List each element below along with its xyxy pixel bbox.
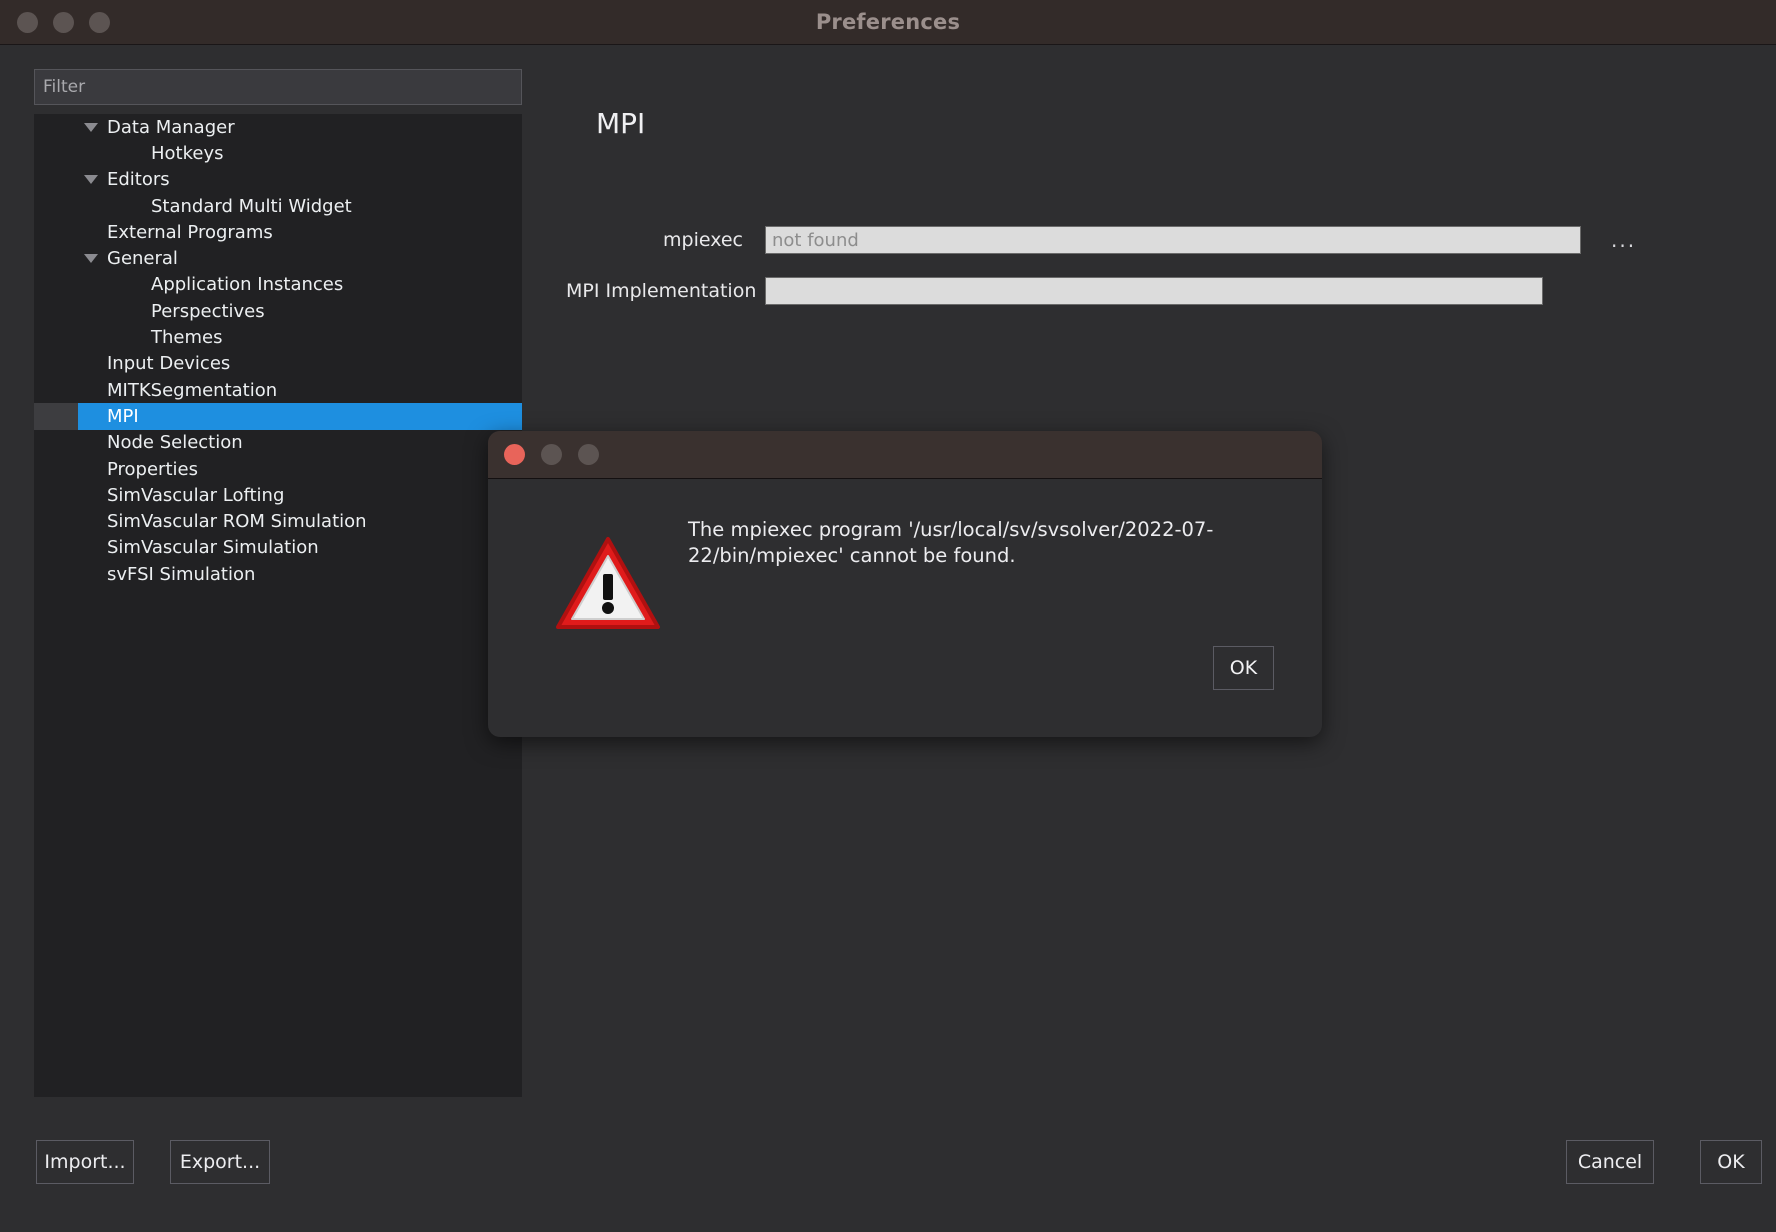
sidebar-item-label: Hotkeys	[151, 142, 224, 164]
sidebar-item-simvascular-simulation[interactable]: SimVascular Simulation	[34, 535, 522, 561]
filter-input[interactable]	[34, 69, 522, 105]
sidebar-item-label: Input Devices	[107, 353, 231, 375]
sidebar-item-label: Data Manager	[107, 116, 235, 138]
sidebar-item-label: Perspectives	[151, 300, 265, 322]
window-titlebar: Preferences	[0, 0, 1776, 45]
sidebar-item-data-manager[interactable]: Data Manager	[34, 114, 522, 140]
mpiexec-input[interactable]: not found	[765, 226, 1581, 254]
sidebar-item-themes[interactable]: Themes	[34, 324, 522, 350]
import-button[interactable]: Import...	[36, 1140, 134, 1184]
sidebar-item-label: Standard Multi Widget	[151, 195, 352, 217]
preferences-footer: Import... Export... Cancel OK	[0, 1122, 1776, 1232]
sidebar-item-node-selection[interactable]: Node Selection	[34, 430, 522, 456]
dialog-minimize-button-icon[interactable]	[541, 444, 562, 465]
sidebar-item-hotkeys[interactable]: Hotkeys	[34, 140, 522, 166]
sidebar-item-label: General	[107, 248, 178, 270]
sidebar-item-editors[interactable]: Editors	[34, 167, 522, 193]
chevron-down-icon[interactable]	[78, 175, 104, 185]
cancel-button[interactable]: Cancel	[1566, 1140, 1654, 1184]
chevron-down-icon[interactable]	[78, 254, 104, 264]
ok-button[interactable]: OK	[1700, 1140, 1762, 1184]
maximize-button-icon[interactable]	[89, 11, 110, 33]
mpiexec-browse-button[interactable]: ...	[1605, 226, 1642, 254]
dialog-close-button-icon[interactable]	[504, 444, 525, 465]
sidebar-item-label: SimVascular ROM Simulation	[107, 511, 367, 533]
sidebar-item-perspectives[interactable]: Perspectives	[34, 298, 522, 324]
page-title: MPI	[596, 107, 646, 140]
sidebar-item-label: SimVascular Simulation	[107, 537, 319, 559]
mpi-implementation-input[interactable]	[765, 277, 1543, 305]
sidebar-item-properties[interactable]: Properties	[34, 456, 522, 482]
sidebar-item-label: Application Instances	[151, 274, 344, 296]
sidebar-item-simvascular-lofting[interactable]: SimVascular Lofting	[34, 482, 522, 508]
sidebar-item-label: Node Selection	[107, 432, 243, 454]
sidebar-item-simvascular-rom-simulation[interactable]: SimVascular ROM Simulation	[34, 508, 522, 534]
sidebar-item-standard-multi-widget[interactable]: Standard Multi Widget	[34, 193, 522, 219]
sidebar-item-external-programs[interactable]: External Programs	[34, 219, 522, 245]
sidebar-item-label: Editors	[107, 169, 170, 191]
window-title: Preferences	[815, 10, 961, 34]
sidebar-item-svfsi-simulation[interactable]: svFSI Simulation	[34, 561, 522, 587]
sidebar-item-label: MPI	[107, 405, 139, 427]
mpi-implementation-label: MPI Implementation	[566, 280, 757, 302]
close-button-icon[interactable]	[17, 11, 38, 33]
dialog-titlebar	[488, 431, 1322, 479]
window-traffic-lights	[17, 11, 110, 33]
dialog-traffic-lights	[504, 444, 599, 465]
warning-triangle-icon	[554, 534, 662, 634]
dialog-maximize-button-icon[interactable]	[578, 444, 599, 465]
mpiexec-label: mpiexec	[663, 229, 743, 251]
chevron-down-icon[interactable]	[78, 122, 104, 132]
preferences-tree[interactable]: Data Manager Hotkeys Editors Standard Multi…	[34, 114, 522, 1097]
warning-dialog: The mpiexec program '/usr/local/sv/svsol…	[488, 431, 1322, 737]
sidebar-item-label: svFSI Simulation	[107, 563, 256, 585]
minimize-button-icon[interactable]	[53, 11, 74, 33]
sidebar-item-general[interactable]: General	[34, 245, 522, 271]
mpiexec-row: mpiexec not found ...	[566, 226, 1776, 254]
export-button[interactable]: Export...	[170, 1140, 270, 1184]
sidebar-item-label: Themes	[151, 327, 223, 349]
tree-indent	[34, 403, 78, 430]
sidebar-item-mpi[interactable]: MPI	[34, 403, 522, 430]
sidebar-item-label: Properties	[107, 458, 198, 480]
dialog-body: The mpiexec program '/usr/local/sv/svsol…	[488, 479, 1322, 737]
dialog-ok-button[interactable]: OK	[1213, 646, 1274, 690]
sidebar-item-label: External Programs	[107, 221, 273, 243]
sidebar-item-input-devices[interactable]: Input Devices	[34, 351, 522, 377]
sidebar-item-application-instances[interactable]: Application Instances	[34, 272, 522, 298]
sidebar-item-mitksegmentation[interactable]: MITKSegmentation	[34, 377, 522, 403]
dialog-message: The mpiexec program '/usr/local/sv/svsol…	[688, 518, 1214, 567]
sidebar-item-label: MITKSegmentation	[107, 379, 278, 401]
preferences-sidebar: Data Manager Hotkeys Editors Standard Multi…	[0, 45, 522, 1122]
mpi-implementation-row: MPI Implementation	[566, 277, 1776, 305]
sidebar-item-label: SimVascular Lofting	[107, 484, 285, 506]
